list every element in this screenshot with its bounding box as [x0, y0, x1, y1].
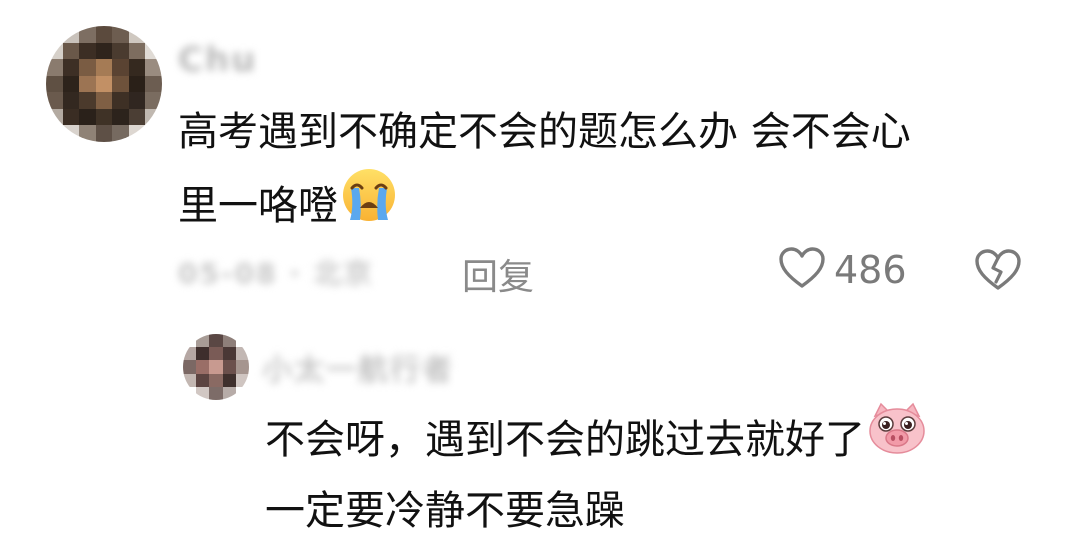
comment-body: 高考遇到不确定不会的题怎么办 会不会心 里一咯噔 [178, 98, 911, 245]
dislike-button[interactable] [974, 248, 1022, 296]
avatar-pixel [62, 42, 80, 60]
avatar-pixel [46, 26, 63, 43]
avatar-pixel [112, 26, 129, 43]
avatar-pixel [95, 59, 113, 76]
comment-thread: Chu 高考遇到不确定不会的题怎么办 会不会心 里一咯噔 05-08 · 北京 … [0, 0, 1080, 551]
avatar-pixel [145, 92, 162, 109]
avatar-pixel [128, 125, 146, 142]
avatar-pixel [112, 75, 129, 93]
avatar-pixel [46, 59, 63, 76]
avatar-pixel [196, 373, 210, 387]
avatar-pixel [145, 42, 162, 60]
avatar-pixel [145, 75, 162, 93]
avatar-pixel [79, 42, 96, 60]
avatar-pixel [235, 360, 249, 374]
avatar-pixel [222, 347, 236, 361]
avatar-pixel [62, 59, 80, 76]
avatar-pixel [128, 59, 146, 76]
avatar-pixel [128, 42, 146, 60]
reply-body: 不会呀，遇到不会的跳过去就好了 一定要冷静不要急躁 [265, 402, 927, 545]
comment-date-location: 05-08 · 北京 [178, 257, 374, 290]
reply-line-1-wrap: 不会呀，遇到不会的跳过去就好了 [265, 402, 927, 477]
like-button[interactable]: 486 [778, 246, 907, 294]
avatar-pixel [235, 386, 249, 400]
avatar-pixel [62, 92, 80, 109]
avatar-pixel [46, 42, 63, 60]
avatar-pixel [79, 92, 96, 109]
avatar-pixel [62, 125, 80, 142]
heart-icon [778, 246, 826, 294]
reply-avatar[interactable] [183, 334, 249, 400]
avatar-pixel [112, 59, 129, 76]
avatar-pixel [112, 92, 129, 109]
avatar-pixel [209, 347, 223, 361]
reply-username[interactable]: 小太一航行者 [262, 345, 454, 389]
avatar-pixel [183, 334, 197, 348]
avatar-pixel [145, 108, 162, 126]
reply-line-1: 不会呀，遇到不会的跳过去就好了 [265, 416, 865, 463]
avatar-pixel [196, 360, 210, 374]
avatar-pixel [112, 108, 129, 126]
avatar-pixel [222, 386, 236, 400]
avatar-pixel [79, 59, 96, 76]
avatar-pixel [183, 360, 197, 374]
avatar-pixel [196, 386, 210, 400]
avatar-pixel [209, 360, 223, 374]
like-count: 486 [834, 248, 907, 292]
avatar-pixel [62, 26, 80, 43]
pig-face-emoji [867, 402, 927, 477]
reply-button[interactable]: 回复 [462, 248, 534, 300]
crying-face-emoji [340, 166, 398, 245]
avatar-pixel [79, 125, 96, 142]
avatar-pixel [128, 26, 146, 43]
avatar-pixel [79, 26, 96, 43]
avatar-pixel [95, 75, 113, 93]
avatar-pixel [95, 108, 113, 126]
avatar-pixel [145, 26, 162, 43]
avatar-pixel [145, 59, 162, 76]
avatar-pixel [235, 373, 249, 387]
avatar-pixel [112, 42, 129, 60]
avatar-pixel [95, 26, 113, 43]
avatar-pixel [79, 75, 96, 93]
avatar-pixel [95, 42, 113, 60]
avatar-pixel [62, 75, 80, 93]
avatar-pixel [95, 125, 113, 142]
comment-line-2: 里一咯噔 [178, 182, 338, 229]
avatar-pixel [128, 108, 146, 126]
avatar-pixel [196, 347, 210, 361]
avatar-pixel [196, 334, 210, 348]
avatar-pixel [128, 75, 146, 93]
avatar-pixel [235, 334, 249, 348]
avatar-pixel [209, 373, 223, 387]
avatar-pixel [183, 386, 197, 400]
avatar-pixel [222, 373, 236, 387]
comment-line-2-wrap: 里一咯噔 [178, 166, 911, 245]
broken-heart-icon [974, 249, 1022, 296]
avatar-pixel [145, 125, 162, 142]
avatar-pixel [112, 125, 129, 142]
avatar-pixel [209, 334, 223, 348]
reply-line-2: 一定要冷静不要急躁 [265, 488, 625, 534]
commenter-avatar[interactable] [46, 26, 162, 142]
avatar-pixel [95, 92, 113, 109]
comment-line-1: 高考遇到不确定不会的题怎么办 会不会心 [178, 109, 911, 155]
avatar-pixel [128, 92, 146, 109]
avatar-pixel [46, 92, 63, 109]
avatar-pixel [183, 373, 197, 387]
avatar-pixel [62, 108, 80, 126]
avatar-pixel [183, 347, 197, 361]
avatar-pixel [79, 108, 96, 126]
avatar-pixel [46, 125, 63, 142]
avatar-pixel [46, 108, 63, 126]
commenter-username[interactable]: Chu [178, 40, 257, 80]
avatar-pixel [235, 347, 249, 361]
avatar-pixel [222, 360, 236, 374]
avatar-pixel [46, 75, 63, 93]
avatar-pixel [209, 386, 223, 400]
avatar-pixel [222, 334, 236, 348]
